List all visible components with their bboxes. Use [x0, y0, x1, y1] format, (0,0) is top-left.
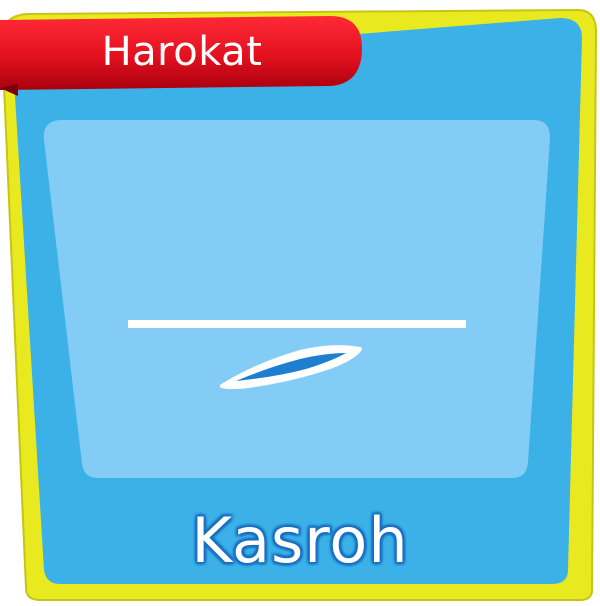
card-title: Kasroh: [191, 504, 409, 577]
inner-panel: [43, 120, 551, 478]
baseline-line: [128, 320, 466, 328]
category-label: Harokat: [101, 29, 263, 75]
